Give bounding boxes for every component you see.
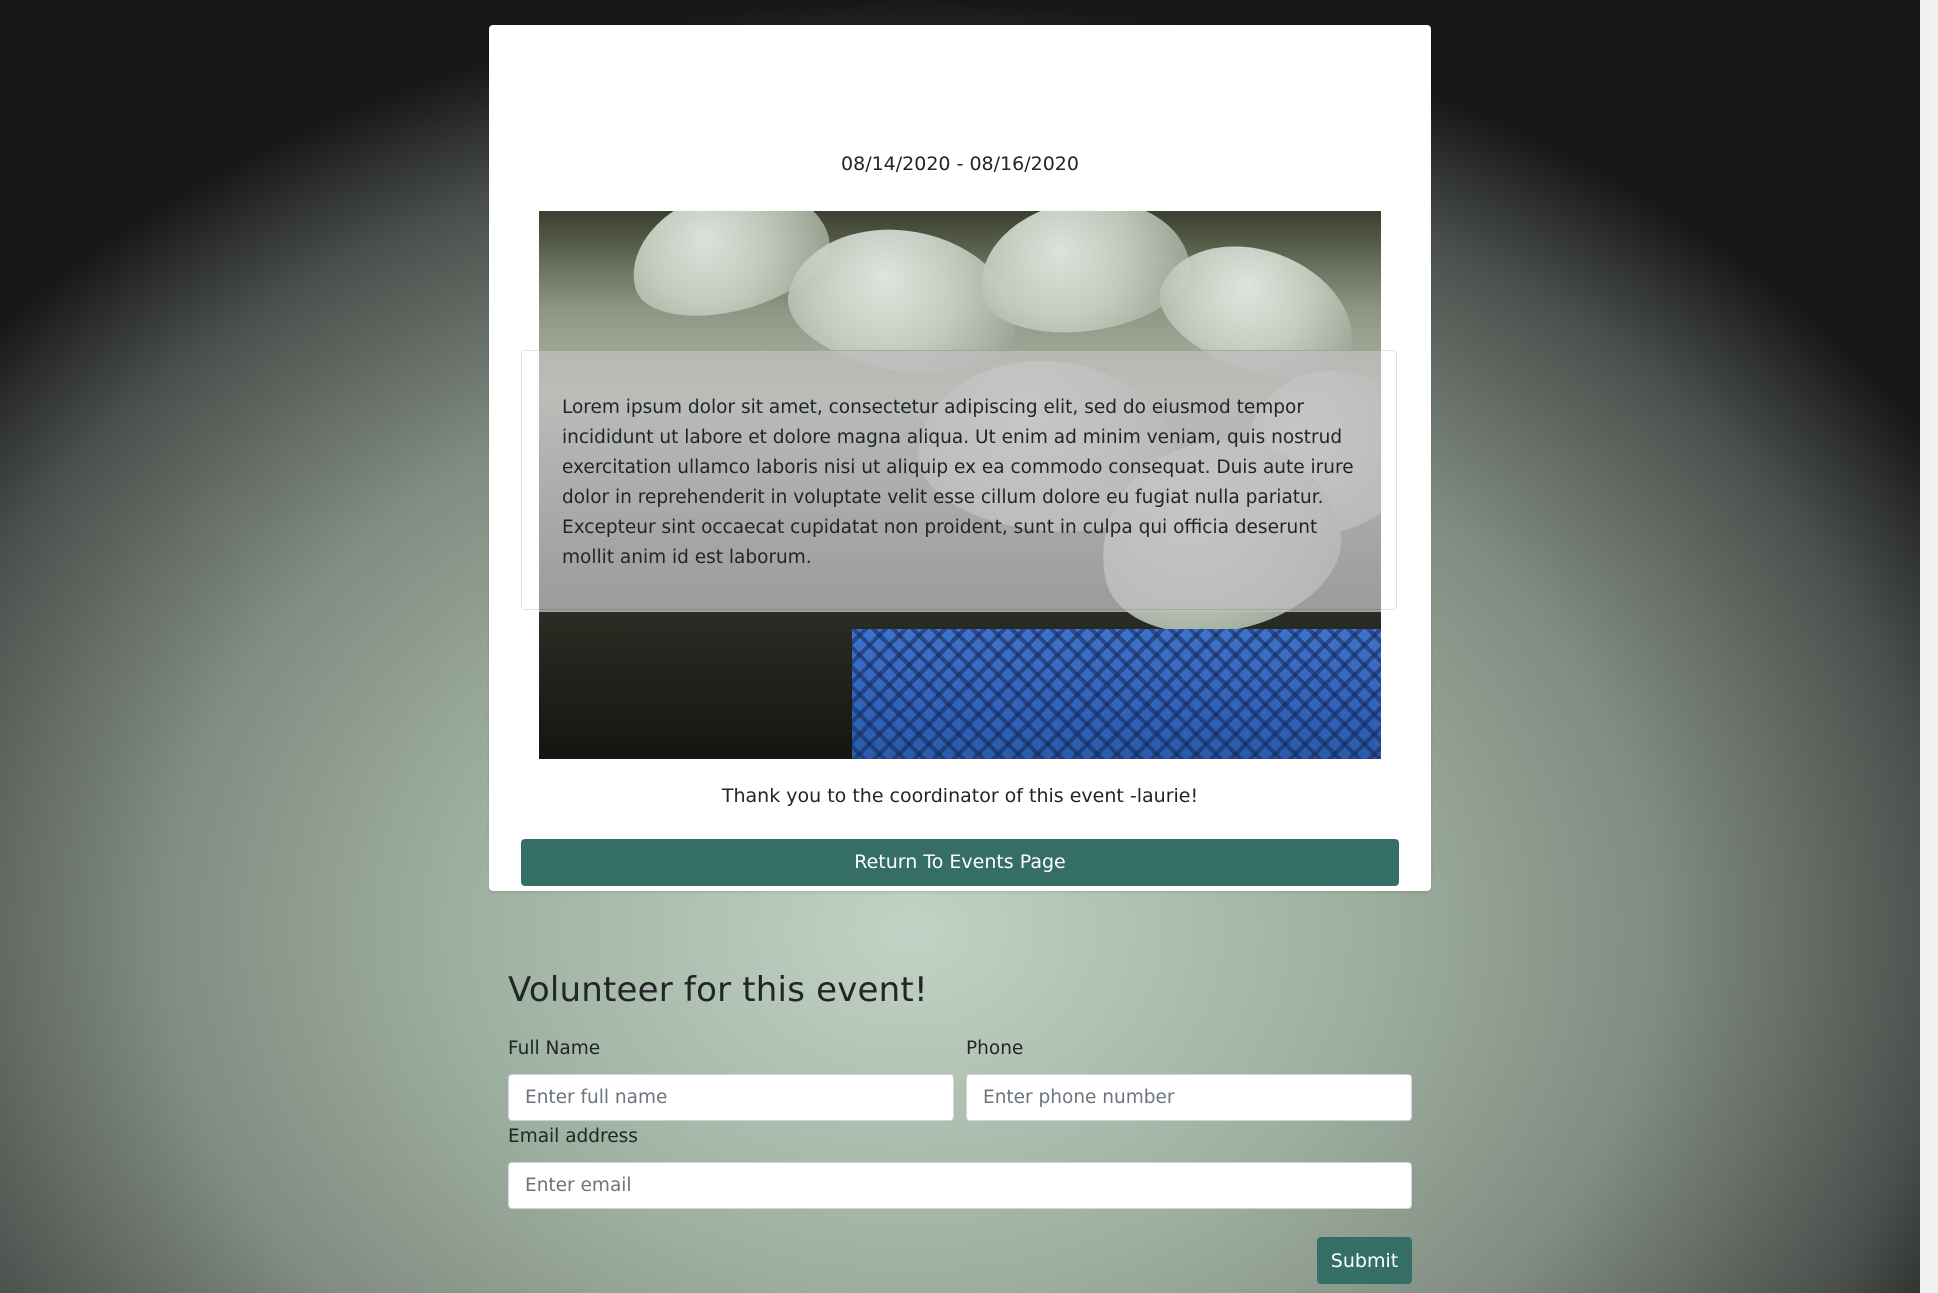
event-card: 08/14/2020 - 08/16/2020 Lorem ipsum dolo… — [489, 25, 1431, 891]
full-name-input[interactable] — [508, 1074, 954, 1121]
phone-input[interactable] — [966, 1074, 1412, 1121]
volunteer-form-title: Volunteer for this event! — [508, 970, 928, 1010]
coordinator-thanks: Thank you to the coordinator of this eve… — [721, 785, 1199, 807]
submit-button[interactable]: Submit — [1317, 1237, 1412, 1284]
crate-image-detail — [852, 629, 1381, 759]
event-date-range: 08/14/2020 - 08/16/2020 — [841, 153, 1079, 175]
return-to-events-button[interactable]: Return To Events Page — [521, 839, 1399, 886]
event-page: 08/14/2020 - 08/16/2020 Lorem ipsum dolo… — [0, 0, 1920, 1293]
email-label: Email address — [508, 1126, 638, 1147]
phone-label: Phone — [966, 1038, 1024, 1059]
email-input[interactable] — [508, 1162, 1412, 1209]
full-name-label: Full Name — [508, 1038, 601, 1059]
page-scrollbar[interactable] — [1920, 0, 1938, 1293]
event-description: Lorem ipsum dolor sit amet, consectetur … — [562, 397, 1354, 568]
